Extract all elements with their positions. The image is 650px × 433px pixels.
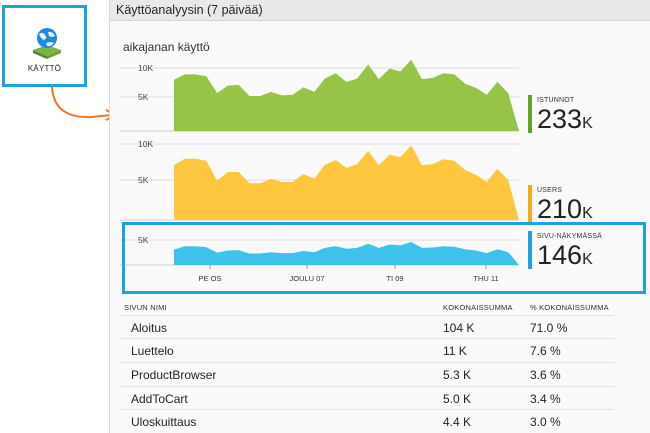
col-header-page-name[interactable]: SIVUN NIMI [124, 303, 167, 312]
blade-header: Käyttöanalyysin (7 päivää) [110, 0, 650, 21]
total-cell: 5.3 K [443, 368, 472, 382]
page-name-cell: Luettelo [131, 344, 174, 358]
sessions-color-bar [528, 95, 532, 133]
total-cell: 104 K [443, 321, 475, 335]
percent-cell: 7.6 % [530, 344, 561, 358]
page-name-cell: ProductBrowser [131, 368, 217, 382]
sessions-value: 233K [537, 104, 593, 134]
sessions-label: ISTUNNOT [537, 97, 575, 104]
users-color-bar [528, 185, 532, 223]
usage-tile[interactable]: KÄYTTÖ [2, 5, 87, 87]
table-row[interactable]: Luettelo 11 K 7.6 % [120, 338, 614, 361]
series-area-1 [174, 59, 519, 131]
left-column: KÄYTTÖ [0, 0, 119, 433]
y-tick-label: 5K [138, 175, 149, 185]
page-name-cell: Aloitus [131, 321, 168, 335]
col-header-total-pct[interactable]: % KOKONAISSUMMA [530, 303, 609, 312]
y-tick-label: 10K [138, 63, 153, 73]
total-cell: 5.0 K [443, 392, 472, 406]
page-name-cell: Uloskuittaus [131, 415, 197, 429]
page-name-cell: AddToCart [131, 392, 188, 406]
usage-globe-icon [33, 28, 61, 59]
table-row[interactable]: AddToCart 5.0 K 3.4 % [120, 386, 614, 409]
blade-title: Käyttöanalyysin (7 päivää) [116, 3, 263, 17]
total-cell: 11 K [443, 344, 467, 358]
table-row[interactable]: ProductBrowser 5.3 K 3.6 % [120, 362, 614, 385]
y-tick-label: 5K [138, 92, 149, 102]
pageviews-highlight-box [122, 222, 646, 294]
table-row[interactable]: Uloskuittaus 4.4 K 3.0 % [120, 409, 614, 432]
total-cell: 4.4 K [443, 415, 472, 429]
chart-title: aikajanan käyttö [123, 40, 210, 54]
percent-cell: 3.6 % [530, 368, 561, 382]
users-label: USERS [537, 187, 563, 194]
col-header-total[interactable]: KOKONAISSUMMA [443, 303, 513, 312]
y-tick-label: 10K [138, 139, 153, 149]
percent-cell: 3.0 % [530, 415, 561, 429]
users-value: 210K [537, 194, 593, 224]
table-row[interactable]: Aloitus 104 K 71.0 % [120, 315, 614, 338]
usage-tile-label: KÄYTTÖ [27, 64, 62, 73]
series-area-2 [174, 145, 519, 220]
percent-cell: 71.0 % [530, 321, 568, 335]
usage-analytics-blade: Käyttöanalyysin (7 päivää) aikajanan käy… [109, 0, 650, 433]
percent-cell: 3.4 % [530, 392, 561, 406]
